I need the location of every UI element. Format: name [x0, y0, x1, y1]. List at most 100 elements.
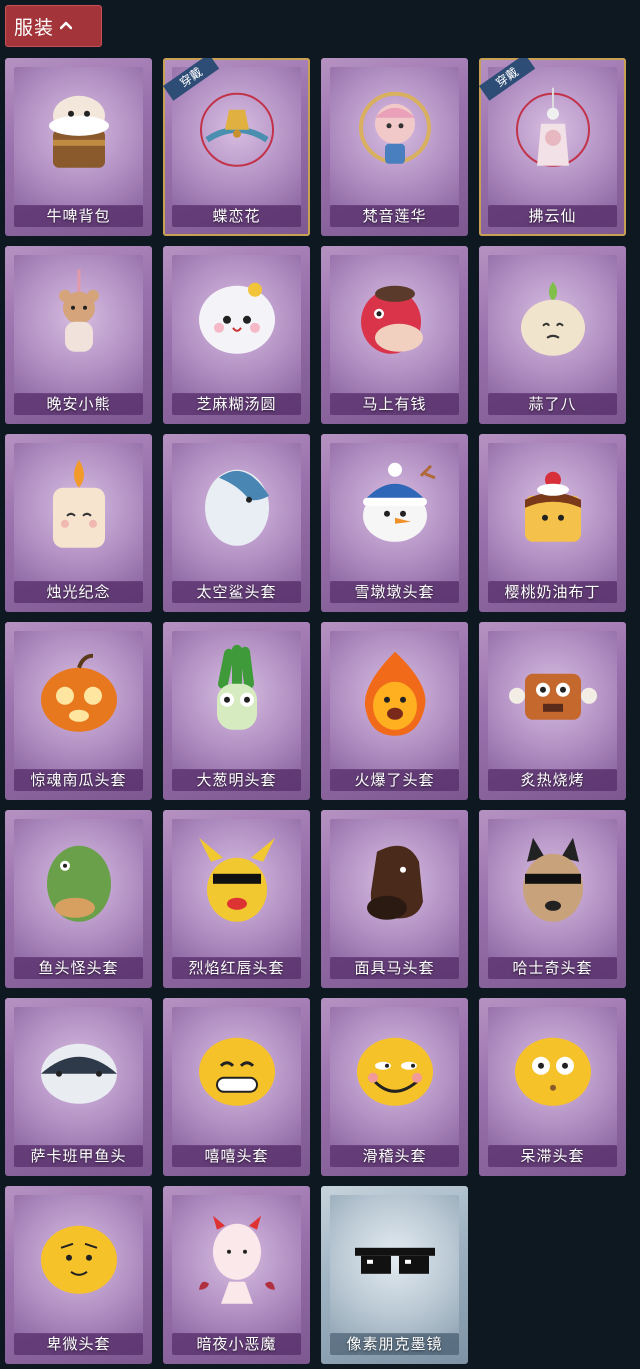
- card-frame: 烈焰红唇头套: [163, 810, 310, 988]
- chevron-up-icon: [60, 20, 73, 32]
- card-art-panel: [488, 819, 617, 958]
- grin-emoji-icon: [189, 1019, 285, 1123]
- funny-emoji-icon: [347, 1019, 443, 1123]
- card-frame: 马上有钱: [321, 246, 468, 424]
- snowman-icon: [347, 455, 443, 559]
- item-name: 嘻嘻头套: [204, 1147, 269, 1165]
- item-card[interactable]: 嘻嘻头套: [163, 998, 310, 1176]
- category-label: 服装: [14, 16, 55, 39]
- item-name: 大葱明头套: [196, 771, 277, 789]
- item-card[interactable]: 晚安小熊: [5, 246, 152, 424]
- card-frame: 火爆了头套: [321, 622, 468, 800]
- item-card[interactable]: 烈焰红唇头套: [163, 810, 310, 988]
- category-header-clothing[interactable]: 服装: [5, 5, 102, 47]
- item-card[interactable]: 梵音莲华: [321, 58, 468, 236]
- fish-mask-icon: [31, 831, 127, 935]
- card-frame: 滑稽头套: [321, 998, 468, 1176]
- card-art-panel: [14, 819, 143, 958]
- item-card[interactable]: 太空鲨头套: [163, 434, 310, 612]
- card-art-panel: [488, 443, 617, 582]
- husky-mask-icon: [505, 831, 601, 935]
- card-art-panel: [330, 67, 459, 206]
- card-frame: 蒜了八: [479, 246, 626, 424]
- card-frame: 樱桃奶油布丁: [479, 434, 626, 612]
- item-card[interactable]: 暗夜小恶魔: [163, 1186, 310, 1364]
- card-art-panel: [14, 255, 143, 394]
- shark-egg-icon: [189, 455, 285, 559]
- card-frame: 鱼头怪头套: [5, 810, 152, 988]
- item-card[interactable]: 鱼头怪头套: [5, 810, 152, 988]
- item-card[interactable]: 雪墩墩头套: [321, 434, 468, 612]
- item-card[interactable]: 面具马头套: [321, 810, 468, 988]
- equipped-tag: 穿戴: [163, 58, 223, 118]
- card-art-panel: [172, 443, 301, 582]
- pumpkin-icon: [31, 643, 127, 747]
- item-name: 萨卡班甲鱼头: [30, 1147, 127, 1165]
- item-name: 晚安小熊: [46, 395, 111, 413]
- item-card[interactable]: 炙热烧烤: [479, 622, 626, 800]
- item-card[interactable]: 大葱明头套: [163, 622, 310, 800]
- pixel-sunglasses-icon: [347, 1207, 443, 1311]
- cow-backpack-icon: [31, 79, 127, 183]
- item-card[interactable]: 像素朋克墨镜: [321, 1186, 468, 1364]
- card-frame: 晚安小熊: [5, 246, 152, 424]
- item-name: 拂云仙: [528, 207, 577, 225]
- horse-head-icon: [347, 267, 443, 371]
- card-frame: 暗夜小恶魔: [163, 1186, 310, 1364]
- devil-girl-icon: [189, 1207, 285, 1311]
- item-card[interactable]: 滑稽头套: [321, 998, 468, 1176]
- card-art-panel: [330, 819, 459, 958]
- item-card[interactable]: 芝麻糊汤圆: [163, 246, 310, 424]
- item-name: 雪墩墩头套: [354, 583, 435, 601]
- item-name: 火爆了头套: [354, 771, 435, 789]
- card-frame: 雪墩墩头套: [321, 434, 468, 612]
- card-art-panel: [488, 631, 617, 770]
- card-frame: 萨卡班甲鱼头: [5, 998, 152, 1176]
- bbq-meat-icon: [505, 643, 601, 747]
- card-art-panel: [14, 631, 143, 770]
- card-frame: 呆滞头套: [479, 998, 626, 1176]
- item-card[interactable]: 惊魂南瓜头套: [5, 622, 152, 800]
- card-frame: 牛啤背包: [5, 58, 152, 236]
- horse-mask-icon: [347, 831, 443, 935]
- item-name: 像素朋克墨镜: [346, 1335, 443, 1353]
- item-card[interactable]: 哈士奇头套: [479, 810, 626, 988]
- item-card[interactable]: 樱桃奶油布丁: [479, 434, 626, 612]
- card-art-panel: [330, 255, 459, 394]
- candle-icon: [31, 455, 127, 559]
- item-card[interactable]: 蝶恋花 穿戴: [163, 58, 310, 236]
- item-card[interactable]: 拂云仙 穿戴: [479, 58, 626, 236]
- item-card[interactable]: 萨卡班甲鱼头: [5, 998, 152, 1176]
- card-frame: 大葱明头套: [163, 622, 310, 800]
- fish-head-icon: [31, 1019, 127, 1123]
- bear-charm-icon: [31, 267, 127, 371]
- item-name: 烈焰红唇头套: [188, 959, 285, 977]
- item-card[interactable]: 烛光纪念: [5, 434, 152, 612]
- card-art-panel: [172, 1007, 301, 1146]
- item-name: 梵音莲华: [362, 207, 427, 225]
- item-card[interactable]: 呆滞头套: [479, 998, 626, 1176]
- item-card[interactable]: 牛啤背包: [5, 58, 152, 236]
- card-frame: 烛光纪念: [5, 434, 152, 612]
- card-frame: 芝麻糊汤圆: [163, 246, 310, 424]
- item-card[interactable]: 火爆了头套: [321, 622, 468, 800]
- item-name: 滑稽头套: [362, 1147, 427, 1165]
- card-art-panel: [172, 1195, 301, 1334]
- card-art-panel: [14, 1195, 143, 1334]
- item-name: 烛光纪念: [46, 583, 111, 601]
- card-art-panel: [14, 1007, 143, 1146]
- card-frame: 炙热烧烤: [479, 622, 626, 800]
- card-art-panel: [14, 443, 143, 582]
- card-art-panel: [488, 255, 617, 394]
- item-card[interactable]: 蒜了八: [479, 246, 626, 424]
- item-name: 芝麻糊汤圆: [196, 395, 277, 413]
- card-frame: 惊魂南瓜头套: [5, 622, 152, 800]
- card-frame: 太空鲨头套: [163, 434, 310, 612]
- lotus-girl-icon: [347, 79, 443, 183]
- card-frame: 哈士奇头套: [479, 810, 626, 988]
- scallion-icon: [189, 643, 285, 747]
- item-card[interactable]: 马上有钱: [321, 246, 468, 424]
- equipped-tag: 穿戴: [479, 58, 539, 118]
- card-art-panel: [488, 1007, 617, 1146]
- item-card[interactable]: 卑微头套: [5, 1186, 152, 1364]
